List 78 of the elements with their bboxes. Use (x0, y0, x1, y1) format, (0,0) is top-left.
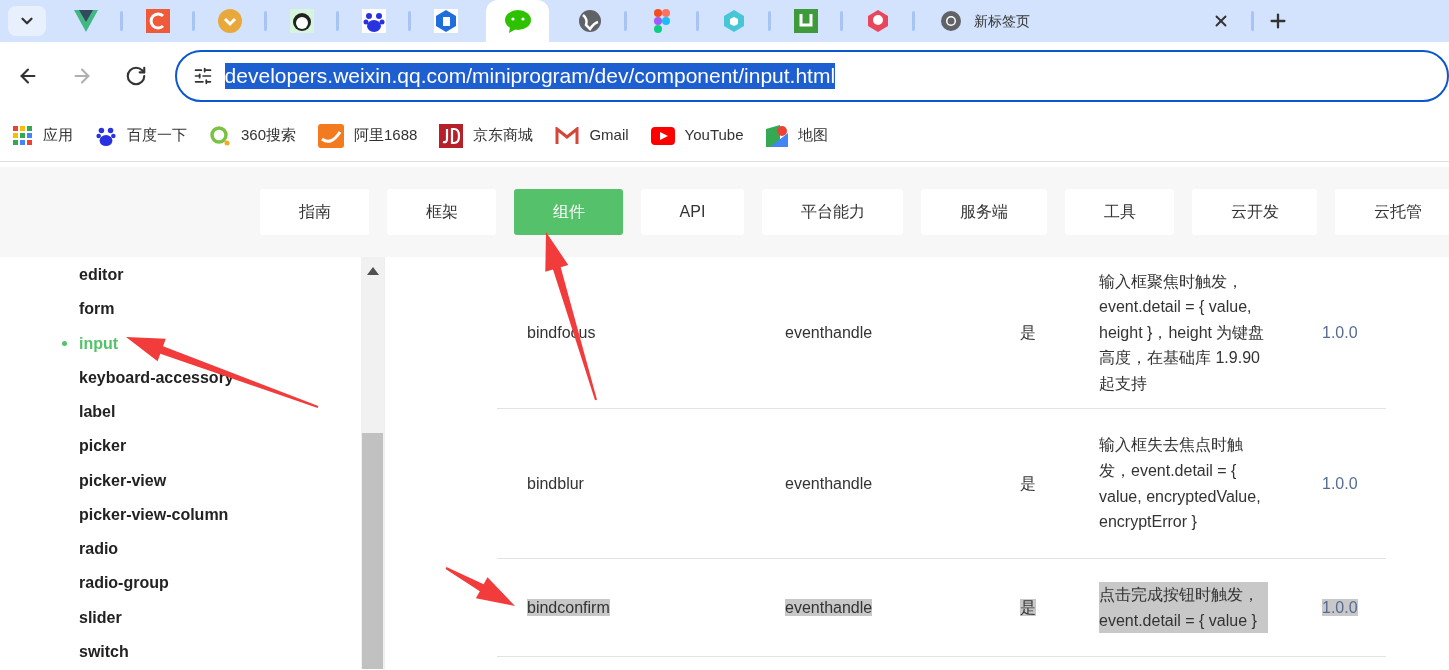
bookmark[interactable]: 百度一下 (95, 124, 187, 147)
address-field[interactable]: developers.weixin.qq.com/miniprogram/dev/component/input.html (174, 50, 1449, 102)
sidebar-label: form (79, 299, 115, 320)
bookmark[interactable]: 应用 (13, 124, 73, 147)
sidebar-item[interactable]: slider (62, 600, 361, 635)
sidebar-item[interactable]: picker (62, 429, 361, 464)
sidebar-label: picker-view-column (79, 504, 229, 525)
table-cell: eventhandle (785, 598, 873, 616)
sidebar-label: radio-group (79, 573, 169, 594)
sidebar-item[interactable]: label (62, 395, 361, 430)
nav-tab[interactable]: API (641, 189, 744, 235)
sidebar-item[interactable]: form (62, 292, 361, 327)
ring-icon (209, 124, 231, 147)
nav-tab[interactable]: 服务端 (921, 189, 1047, 235)
sidebar-item[interactable]: keyboard-accessory (62, 360, 361, 395)
sidebar-item[interactable]: radio (62, 532, 361, 567)
smile-logo-icon (318, 123, 345, 148)
table-cell: bindblur (527, 474, 584, 492)
bookmark[interactable]: YouTube (650, 124, 744, 147)
mail-icon (555, 126, 580, 145)
table-cell: 点击完成按钮时触发，event.detail = { value } (1099, 581, 1268, 634)
hexagon-icon (433, 9, 458, 33)
table-cell: 是 (1020, 474, 1036, 492)
c-logo-icon (145, 9, 170, 33)
sidebar-item[interactable]: picker-view (62, 463, 361, 498)
u-logo-icon (793, 9, 818, 33)
annotation-arrow (445, 567, 515, 606)
chrome-icon (940, 10, 962, 32)
reload-icon (125, 65, 147, 87)
cube-icon (721, 9, 746, 33)
figma-icon (653, 9, 670, 33)
paw-icon (361, 9, 386, 33)
table-cell-text: 输入框聚焦时触发，event.detail = { value, height }，height 为键盘高度，在基础库 1.9.90 起支持 (1099, 271, 1266, 394)
nav-tab[interactable]: 框架 (387, 189, 496, 235)
site-info-icon (192, 66, 213, 86)
nav-tab[interactable]: 指南 (260, 189, 369, 235)
sidebar-item[interactable]: picker-view-column (62, 497, 361, 532)
table-cell: eventhandle (785, 323, 873, 341)
sidebar-label: slider (79, 607, 122, 628)
sidebar-label: radio (79, 539, 119, 560)
sidebar-item[interactable]: radio-group (62, 566, 361, 601)
nav-tab[interactable]: 工具 (1065, 189, 1174, 235)
v-logo-icon (73, 10, 98, 32)
table-cell: bindconfirm (527, 598, 610, 616)
sidebar-item[interactable]: switch (62, 634, 361, 669)
scroll-up-icon[interactable] (366, 267, 379, 275)
sidebar-label: editor (79, 265, 124, 286)
table-cell: 是 (1020, 323, 1036, 341)
table-cell-text: 输入框失去焦点时触发，event.detail = { value, encryptedValue, encryptError } (1099, 435, 1262, 533)
tab-title: 新标签页 (974, 11, 1031, 31)
bookmark[interactable]: 京东商城 (439, 123, 534, 148)
sidebar-label: keyboard-accessory (79, 367, 234, 388)
table-cell: 1.0.0 (1322, 598, 1358, 616)
sidebar-label: switch (79, 641, 129, 662)
sidebar-label: input (79, 333, 119, 354)
scrollbar[interactable] (361, 257, 384, 669)
table-cell: 1.0.0 (1322, 474, 1358, 492)
tab-list-button[interactable] (8, 6, 46, 36)
table-cell: 1.0.0 (1322, 323, 1358, 341)
jd-logo-icon (439, 123, 464, 148)
url-text: developers.weixin.qq.com/miniprogram/dev/component/input.html (224, 63, 836, 89)
bookmark[interactable]: 地图 (765, 124, 828, 147)
table-cell: eventhandle (785, 474, 873, 492)
bookmark[interactable]: 360搜索 (209, 124, 297, 147)
map-pin-icon (765, 124, 788, 147)
sidebar-label: picker-view (79, 470, 167, 491)
nav-tab[interactable]: 云开发 (1192, 189, 1317, 235)
table-cell: 是 (1020, 598, 1036, 616)
sidebar-label: picker (79, 436, 127, 457)
bookmark[interactable]: Gmail (555, 124, 629, 147)
nav-tab[interactable]: 云托管 (1335, 189, 1449, 235)
sidebar-item[interactable]: editor (62, 258, 361, 293)
chat-bubble-icon (503, 9, 532, 33)
play-icon (650, 126, 675, 145)
apps-grid-icon (13, 125, 33, 146)
nav-tab[interactable]: 平台能力 (762, 189, 903, 235)
sidebar-label: label (79, 402, 116, 423)
bookmark[interactable]: 阿里1688 (318, 123, 418, 148)
